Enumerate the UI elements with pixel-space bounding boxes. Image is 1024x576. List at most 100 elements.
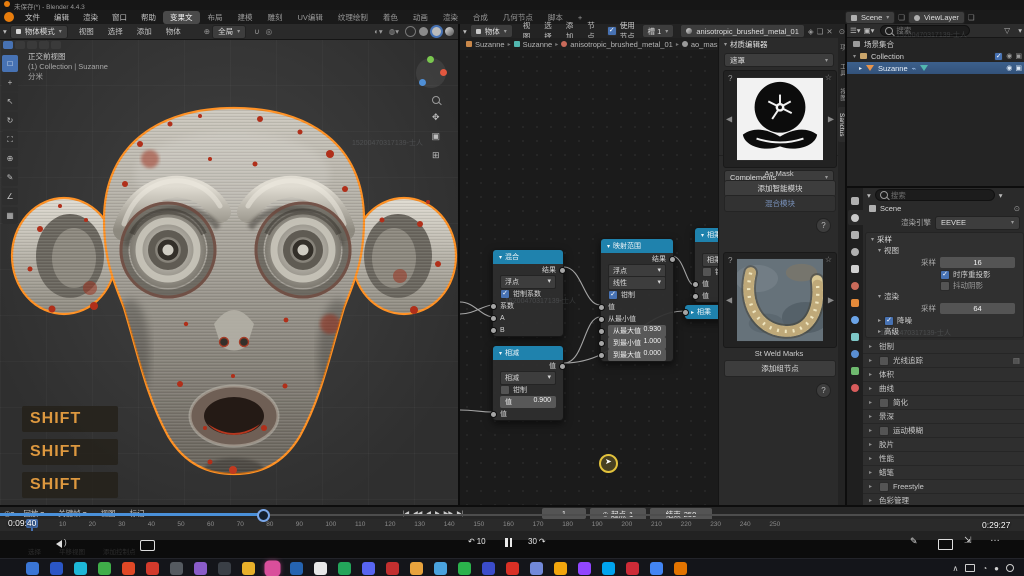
value-socket[interactable] — [692, 293, 699, 300]
sampling-viewport-header[interactable]: ▾视图 — [866, 245, 1023, 256]
workspace-tab-0[interactable]: 布局 — [201, 11, 230, 24]
camera-view-icon[interactable]: ▣ — [431, 131, 440, 142]
ao-mask-preview-image[interactable] — [737, 77, 823, 161]
speaker-icon[interactable] — [56, 540, 62, 548]
shader-type-dropdown[interactable]: 物体 ▾ — [470, 24, 513, 38]
axis-z-icon[interactable] — [419, 79, 426, 86]
taskbar-app-10[interactable] — [266, 562, 279, 575]
help-circle-button[interactable]: ? — [816, 218, 831, 233]
taskbar-app-12[interactable] — [314, 562, 327, 575]
unlink-material-icon[interactable]: ✕ — [826, 27, 832, 36]
shader-editor[interactable]: ▾ 物体 ▾ 视图选择添加节点 ✓ 使用节点 槽 1▾ anisotropic_… — [460, 24, 845, 505]
taskbar-app-6[interactable] — [170, 562, 183, 575]
move-view-icon[interactable]: ✥ — [432, 112, 440, 123]
topbar-menu-3[interactable]: 窗口 — [105, 12, 134, 23]
math-operation-dropdown[interactable]: 相减▾ — [500, 371, 556, 385]
to-max-field[interactable]: 到最大值0.000 — [608, 349, 666, 361]
from-max-socket[interactable] — [598, 328, 605, 335]
properties-tab-view-layer[interactable] — [848, 244, 863, 259]
topbar-menu-1[interactable]: 编辑 — [47, 12, 76, 23]
mode-dropdown[interactable]: 物体模式 ▾ — [10, 25, 68, 39]
more-options-icon[interactable]: … — [990, 533, 1001, 544]
shading-material-icon[interactable] — [431, 26, 442, 37]
taskbar-app-23[interactable] — [578, 562, 591, 575]
apply-module-button[interactable]: 混合模块 — [724, 195, 836, 212]
duplicate-material-icon[interactable]: ❏ — [817, 27, 824, 36]
pause-button[interactable] — [505, 538, 512, 547]
section-9[interactable]: ▸蜡笔 — [863, 466, 1024, 480]
properties-tab-tool[interactable] — [848, 193, 863, 208]
tool-measure-icon[interactable]: ∠ — [2, 188, 18, 205]
section-11[interactable]: ▸色彩管理 — [863, 494, 1024, 505]
video-progress-played[interactable] — [0, 513, 263, 516]
next-arrow-icon[interactable]: ▶ — [828, 296, 834, 305]
taskbar-app-20[interactable] — [506, 562, 519, 575]
from-min-socket[interactable] — [598, 316, 605, 323]
taskbar-app-27[interactable] — [674, 562, 687, 575]
disable-render-icon[interactable]: ▣ — [1015, 52, 1022, 60]
section-checkbox[interactable] — [879, 398, 889, 408]
clamp-checkbox[interactable] — [500, 385, 510, 395]
subtitle-icon[interactable] — [140, 540, 155, 551]
taskbar-app-25[interactable] — [626, 562, 639, 575]
network-icon[interactable]: ◔ — [982, 564, 987, 573]
to-min-field[interactable]: 到最小值1.000 — [608, 337, 666, 349]
zoom-icon[interactable] — [432, 96, 440, 104]
taskbar-app-26[interactable] — [650, 562, 663, 575]
rewind-10-button[interactable]: ↶10 — [468, 537, 486, 546]
taskbar-app-21[interactable] — [530, 562, 543, 575]
tray-expand-icon[interactable]: ∧ — [952, 564, 958, 573]
toggle-ortho-icon[interactable]: ⊞ — [432, 150, 440, 161]
from-max-field[interactable]: 从最大值0.930 — [608, 325, 666, 337]
tool-move-icon[interactable]: ↖ — [2, 93, 18, 110]
section-checkbox[interactable] — [879, 356, 889, 366]
node-subtract[interactable]: ▾相减 值 相减▾ 钳制 值0.900 值 — [492, 345, 564, 421]
annotate-pencil-icon[interactable]: ✎ — [910, 536, 918, 547]
shading-wireframe-icon[interactable] — [405, 26, 416, 37]
outliner-search[interactable]: 搜索 — [880, 25, 970, 36]
maprange-interpolation-dropdown[interactable]: 线性▾ — [608, 276, 666, 290]
node-map-range[interactable]: ▾映射范围 结果 浮点▾ 线性▾ ✓钳制 值 从最小值 从最大值0.930 到最… — [600, 238, 674, 362]
speaker-waves-icon[interactable]: ) — [64, 538, 67, 547]
collection-checkbox[interactable]: ✓ — [994, 52, 1003, 61]
taskbar-app-17[interactable] — [434, 562, 447, 575]
taskbar-app-3[interactable] — [98, 562, 111, 575]
overlays-icon[interactable]: ◐▾ — [374, 27, 382, 36]
blender-menu-icon[interactable] — [4, 12, 14, 22]
editor-type-icon[interactable]: ▾ — [463, 27, 467, 36]
scene-selector[interactable]: Scene ▾ — [845, 11, 895, 24]
help-icon[interactable]: ? — [728, 256, 732, 265]
npanel-tab-Sanctus[interactable]: Sanctus — [838, 107, 845, 143]
input-socket[interactable] — [682, 309, 689, 316]
workspace-tab-active[interactable]: 变果文 — [163, 11, 200, 24]
workspace-tab-4[interactable]: 纹理绘制 — [331, 11, 375, 24]
denoise-row[interactable]: ▸✓ 降噪 — [866, 315, 1023, 326]
copy-viewlayer-icon[interactable]: ❏ — [968, 13, 975, 22]
next-arrow-icon[interactable]: ▶ — [828, 115, 834, 124]
section-6[interactable]: ▸运动模糊 — [863, 424, 1024, 438]
topbar-menu-0[interactable]: 文件 — [18, 12, 47, 23]
properties-editor[interactable]: ▾ 搜索 ▾ Scene ⊙ 渲染引擎 EEVEE▾ — [845, 188, 1024, 505]
taskbar-app-11[interactable] — [290, 562, 303, 575]
forward-30-button[interactable]: 30↷ — [528, 537, 546, 546]
snap-magnet-icon[interactable]: ∪ — [254, 27, 260, 36]
viewport-3d[interactable]: ▾ 物体模式 ▾ 视图选择添加物体 ⊕ 全局▾ ∪ ◎ ◐▾ ◍▾ — [0, 24, 460, 505]
properties-tab-world[interactable] — [848, 278, 863, 293]
taskbar-app-24[interactable] — [602, 562, 615, 575]
properties-tab-particles[interactable] — [848, 329, 863, 344]
node-canvas[interactable]: ▾混合 结果 浮点▾ ✓钳制系数 系数 A B ▾相减 值 相减▾ 钳制 值0.… — [460, 50, 718, 505]
render-samples-value[interactable]: 64 — [940, 303, 1015, 314]
output-socket[interactable] — [559, 363, 566, 370]
prev-arrow-icon[interactable]: ◀ — [726, 115, 732, 124]
battery-icon[interactable] — [965, 564, 975, 572]
editor-type-icon[interactable]: ▾ — [867, 191, 871, 200]
add-group-node-button[interactable]: 添加组节点 — [724, 360, 836, 377]
timeline[interactable]: ◷▾ 回放 ▾关键帧 ▾视图标记 |◀ ◀◀ ◀ ▶ ▶▶ ▶| 1 ◷起点1 … — [0, 505, 1024, 542]
clamp-checkbox[interactable]: ✓ — [608, 290, 618, 300]
tool-select-box-icon[interactable]: □ — [2, 55, 18, 72]
section-3[interactable]: ▸曲线 — [863, 382, 1024, 396]
node-mix-header[interactable]: ▾混合 — [493, 250, 563, 264]
output-socket[interactable] — [559, 267, 566, 274]
disable-render-icon[interactable]: ▣ — [1015, 64, 1022, 72]
workspace-tab-7[interactable]: 渲染 — [436, 11, 465, 24]
